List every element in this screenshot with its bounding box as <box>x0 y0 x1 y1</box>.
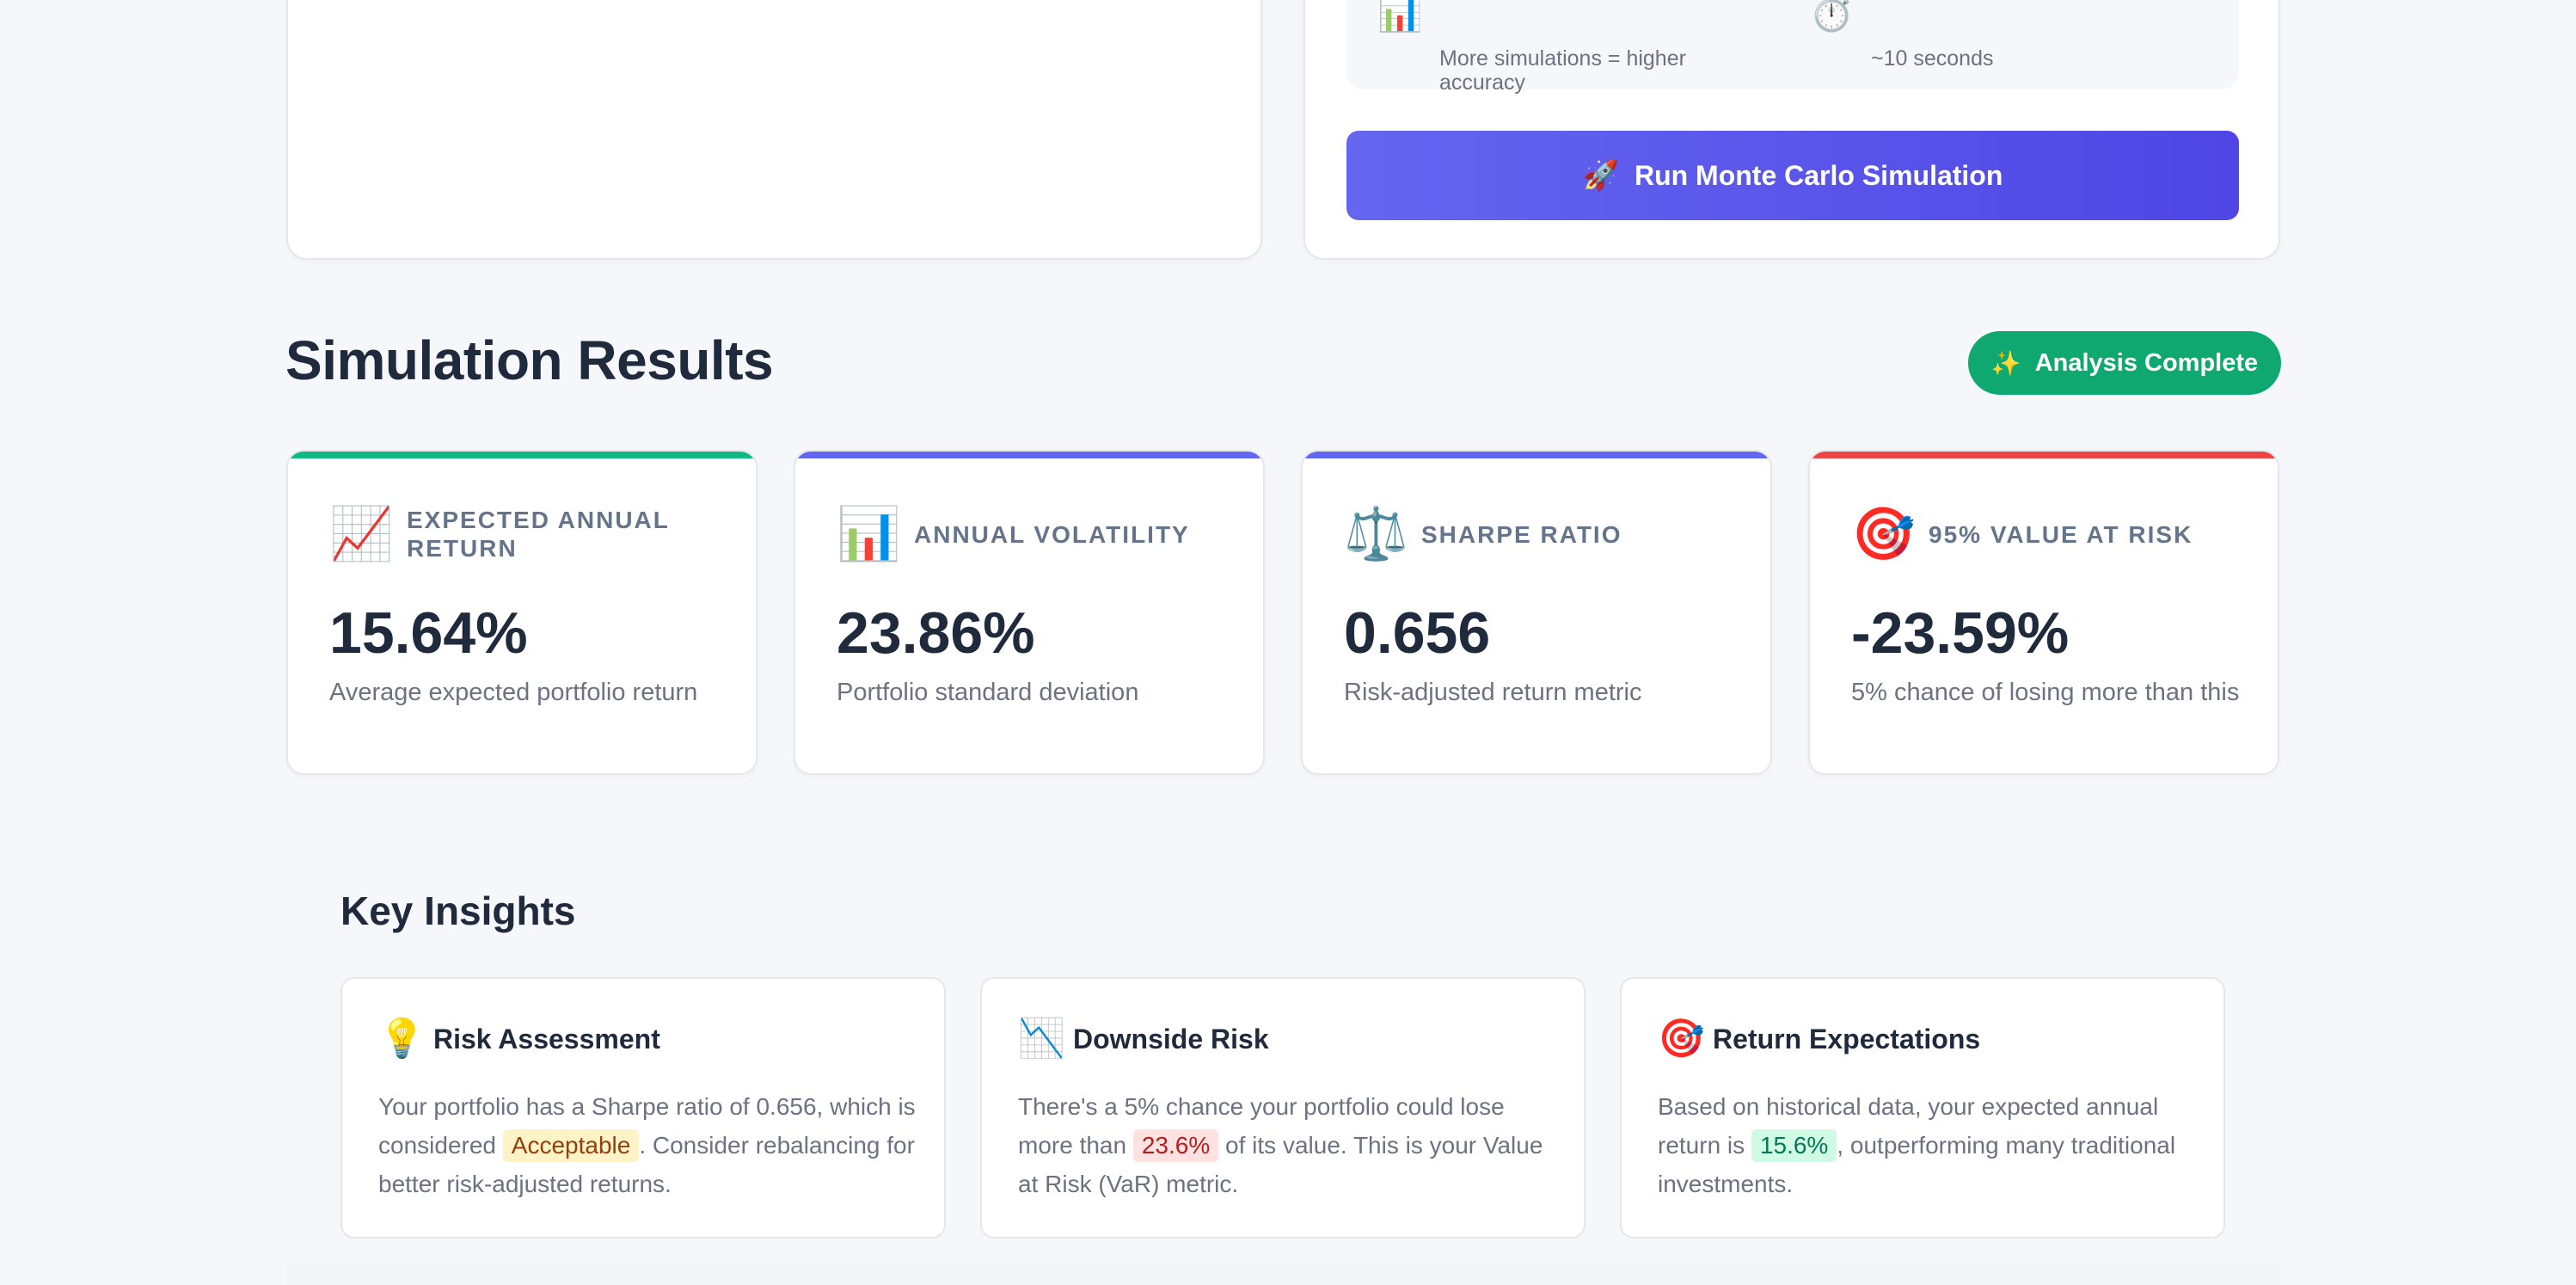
metric-label: ANNUAL VOLATILITY <box>914 520 1190 548</box>
rating-highlight: Acceptable <box>502 1129 640 1162</box>
rocket-icon: 🚀 <box>1582 159 1619 192</box>
insight-text: There's a 5% chance your portfolio could… <box>1018 1087 1560 1203</box>
card-accent-bar <box>795 452 1263 458</box>
insight-title: Return Expectations <box>1713 1023 1981 1054</box>
bar-chart-icon: 📊 <box>1377 0 1423 33</box>
bar-chart-icon: 📊 <box>837 505 901 563</box>
run-simulation-button[interactable]: 🚀 Run Monte Carlo Simulation <box>1346 131 2239 220</box>
chart-panel-card <box>286 0 1262 260</box>
insights-title: Key Insights <box>340 888 576 933</box>
return-highlight: 15.6% <box>1751 1129 1837 1162</box>
metric-description: Portfolio standard deviation <box>837 679 1139 706</box>
metric-header: ⚖️ SHARPE RATIO <box>1344 500 1739 569</box>
insight-title: Downside Risk <box>1073 1023 1269 1054</box>
metric-header: 📈 EXPECTED ANNUAL RETURN <box>329 500 725 569</box>
status-badge: ✨ Analysis Complete <box>1968 331 2281 395</box>
results-title: Simulation Results <box>285 329 774 391</box>
metric-label: EXPECTED ANNUAL RETURN <box>407 507 670 562</box>
var-highlight: 23.6% <box>1132 1129 1219 1162</box>
metric-value: 15.64% <box>329 600 528 666</box>
card-accent-bar <box>1303 452 1770 458</box>
simulation-info-box: 📊 More simulations = higher accuracy ⏱️ … <box>1346 0 2239 95</box>
metric-value: 23.86% <box>837 600 1035 666</box>
sparkles-icon: ✨ <box>1990 349 2021 377</box>
metric-value: -23.59% <box>1851 600 2070 666</box>
card-accent-bar <box>1810 452 2278 458</box>
metric-card-expected-return: 📈 EXPECTED ANNUAL RETURN 15.64% Average … <box>286 450 757 775</box>
accuracy-description: More simulations = higher accuracy <box>1439 46 1686 95</box>
processing-time-description: ~10 seconds <box>1871 46 1994 71</box>
metric-value: 0.656 <box>1344 600 1491 666</box>
page: 📊 More simulations = higher accuracy ⏱️ … <box>0 0 2576 1285</box>
metric-description: 5% chance of losing more than this <box>1851 679 2240 706</box>
insight-header: 🎯 Return Expectations <box>1658 1018 1980 1060</box>
metric-description: Average expected portfolio return <box>329 679 698 706</box>
metric-card-volatility: 📊 ANNUAL VOLATILITY 23.86% Portfolio sta… <box>794 450 1265 775</box>
stopwatch-icon: ⏱️ <box>1809 0 1855 33</box>
lightbulb-icon: 💡 <box>378 1018 426 1060</box>
balance-scale-icon: ⚖️ <box>1344 505 1408 563</box>
insight-card-downside-risk: 📉 Downside Risk There's a 5% chance your… <box>980 977 1585 1239</box>
metric-label: SHARPE RATIO <box>1421 520 1622 548</box>
target-icon: 🎯 <box>1658 1018 1705 1060</box>
metric-description: Risk-adjusted return metric <box>1344 679 1642 706</box>
metric-header: 📊 ANNUAL VOLATILITY <box>837 500 1232 569</box>
metric-card-sharpe-ratio: ⚖️ SHARPE RATIO 0.656 Risk-adjusted retu… <box>1301 450 1772 775</box>
insight-text: Based on historical data, your expected … <box>1658 1087 2199 1203</box>
card-accent-bar <box>288 452 756 458</box>
bottom-section-edge <box>286 1264 2281 1285</box>
insight-card-return-expectations: 🎯 Return Expectations Based on historica… <box>1620 977 2225 1239</box>
target-icon: 🎯 <box>1851 505 1916 563</box>
run-simulation-label: Run Monte Carlo Simulation <box>1634 159 2003 191</box>
chart-increasing-icon: 📈 <box>329 505 394 563</box>
insight-text: Your portfolio has a Sharpe ratio of 0.6… <box>378 1087 920 1203</box>
simulation-settings-card: 📊 More simulations = higher accuracy ⏱️ … <box>1303 0 2280 260</box>
chart-decreasing-icon: 📉 <box>1018 1018 1065 1060</box>
insight-card-risk-assessment: 💡 Risk Assessment Your portfolio has a S… <box>340 977 946 1239</box>
insight-header: 📉 Downside Risk <box>1018 1018 1269 1060</box>
insight-title: Risk Assessment <box>433 1023 660 1054</box>
status-badge-label: Analysis Complete <box>2034 348 2259 377</box>
insight-header: 💡 Risk Assessment <box>378 1018 660 1060</box>
metric-header: 🎯 95% VALUE AT RISK <box>1851 500 2247 569</box>
metric-label: 95% VALUE AT RISK <box>1929 520 2193 548</box>
metric-card-value-at-risk: 🎯 95% VALUE AT RISK -23.59% 5% chance of… <box>1808 450 2279 775</box>
